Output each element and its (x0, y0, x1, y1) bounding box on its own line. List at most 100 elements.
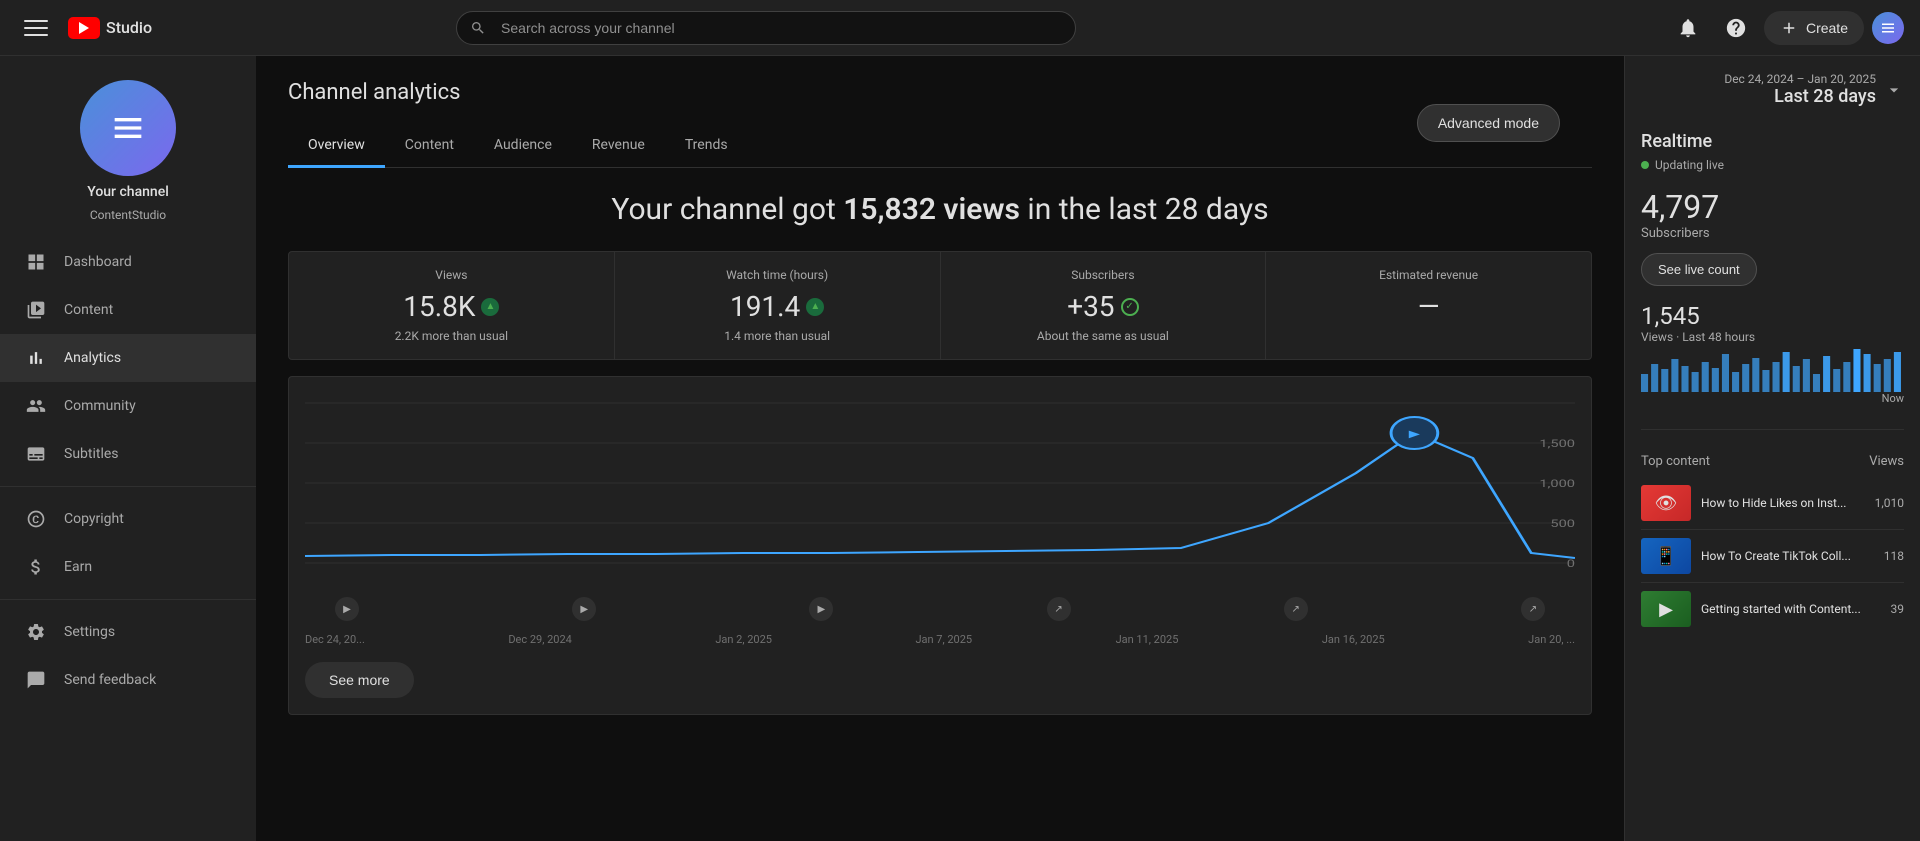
views-realtime-count: 1,545 (1641, 302, 1904, 330)
search-icon (470, 20, 486, 36)
subscribers-realtime: 4,797 Subscribers See live count (1641, 188, 1904, 286)
views-realtime-label: Views · Last 48 hours (1641, 330, 1904, 344)
grid-icon (24, 250, 48, 274)
top-content-views-3: 39 (1891, 602, 1905, 616)
svg-text:1,000: 1,000 (1539, 478, 1575, 490)
tab-content[interactable]: Content (385, 125, 474, 168)
chart-date-7: Jan 20, ... (1528, 633, 1575, 646)
copyright-label: Copyright (64, 511, 124, 527)
sidebar-item-subtitles[interactable]: Subtitles (0, 430, 256, 478)
subscriber-label: Subscribers (1641, 226, 1904, 241)
stat-views-value: 15.8K ▲ (309, 290, 594, 323)
stat-views-change: 2.2K more than usual (309, 329, 594, 343)
search-bar (456, 11, 1076, 45)
page-title: Channel analytics (288, 80, 1592, 105)
thumb-1: 👁 (1641, 485, 1691, 521)
subtitles-icon (24, 442, 48, 466)
page-header-row: Channel analytics Advanced mode (288, 80, 1592, 105)
topnav: Studio Create (0, 0, 1920, 56)
sidebar-item-analytics[interactable]: Analytics (0, 334, 256, 382)
stat-revenue: Estimated revenue — (1266, 252, 1591, 359)
top-content-item-1: 👁 How to Hide Likes on Inst... 1,010 (1641, 477, 1904, 530)
sidebar-item-content[interactable]: Content (0, 286, 256, 334)
search-input[interactable] (456, 11, 1076, 45)
headline-highlight: 15,832 views (843, 192, 1020, 227)
realtime-section: Realtime Updating live (1641, 131, 1904, 172)
channel-avatar (80, 80, 176, 176)
chart-date-1: Dec 24, 20... (305, 633, 365, 646)
views-trend-up-icon: ▲ (481, 298, 499, 316)
channel-name: Your channel (87, 184, 169, 200)
chart-video-icon-6: ↗ (1521, 597, 1545, 621)
sidebar-item-dashboard[interactable]: Dashboard (0, 238, 256, 286)
svg-text:1,500: 1,500 (1539, 438, 1575, 450)
right-panel: Dec 24, 2024 – Jan 20, 2025 Last 28 days… (1624, 56, 1920, 841)
svg-text:0: 0 (1567, 558, 1575, 570)
advanced-mode-button[interactable]: Advanced mode (1417, 104, 1560, 142)
top-content-views-1: 1,010 (1875, 496, 1904, 510)
copyright-icon (24, 507, 48, 531)
top-content-header: Top content Views (1641, 454, 1904, 469)
chart-dates: Dec 24, 20... Dec 29, 2024 Jan 2, 2025 J… (305, 625, 1575, 646)
views-realtime: 1,545 Views · Last 48 hours (1641, 302, 1904, 405)
headline-post: in the last 28 days (1020, 192, 1269, 227)
notifications-button[interactable] (1668, 8, 1708, 48)
analytics-label: Analytics (64, 350, 121, 366)
sidebar-item-earn[interactable]: Earn (0, 543, 256, 591)
top-content-title-2: How To Create TikTok Coll... (1701, 549, 1874, 563)
subtitles-label: Subtitles (64, 446, 119, 462)
studio-logo-text: Studio (106, 18, 152, 37)
chart-date-2: Dec 29, 2024 (508, 633, 572, 646)
top-content-title-1: How to Hide Likes on Inst... (1701, 496, 1865, 510)
channel-headline: Your channel got 15,832 views in the las… (288, 192, 1592, 227)
top-content-label: Top content (1641, 454, 1710, 469)
chart-date-3: Jan 2, 2025 (715, 633, 772, 646)
date-range-label: Last 28 days (1724, 86, 1876, 107)
chart-video-icon-3: ▶ (809, 597, 833, 621)
avatar[interactable] (1872, 12, 1904, 44)
content-area: Channel analytics Advanced mode Overview… (256, 56, 1920, 841)
nav-divider-2 (0, 599, 256, 600)
sidebar-item-send-feedback[interactable]: Send feedback (0, 656, 256, 704)
bar-chart-icon (24, 346, 48, 370)
main-layout: Your channel ContentStudio Dashboard Con… (0, 56, 1920, 841)
sidebar: Your channel ContentStudio Dashboard Con… (0, 56, 256, 841)
chart-area: 0 500 1,000 1,500 ▶ (305, 393, 1575, 593)
sidebar-item-community[interactable]: Community (0, 382, 256, 430)
create-button[interactable]: Create (1764, 11, 1864, 45)
thumb-3: ▶ (1641, 591, 1691, 627)
send-feedback-label: Send feedback (64, 672, 156, 688)
see-live-count-button[interactable]: See live count (1641, 253, 1757, 286)
sidebar-item-copyright[interactable]: Copyright (0, 495, 256, 543)
realtime-title: Realtime (1641, 131, 1712, 152)
chart-date-5: Jan 11, 2025 (1116, 633, 1179, 646)
see-more-button[interactable]: See more (305, 662, 414, 698)
channel-profile: Your channel ContentStudio (0, 56, 256, 238)
help-button[interactable] (1716, 8, 1756, 48)
chart-svg: 0 500 1,000 1,500 ▶ (305, 393, 1575, 593)
now-label: Now (1641, 392, 1904, 405)
tab-revenue[interactable]: Revenue (572, 125, 665, 168)
top-content-item-2: 📱 How To Create TikTok Coll... 118 (1641, 530, 1904, 583)
menu-button[interactable] (16, 8, 56, 48)
stat-revenue-value: — (1286, 290, 1571, 323)
headline-pre: Your channel got (611, 192, 843, 227)
tab-overview[interactable]: Overview (288, 125, 385, 168)
stat-revenue-label: Estimated revenue (1286, 268, 1571, 282)
community-label: Community (64, 398, 136, 414)
chart-date-4: Jan 7, 2025 (915, 633, 972, 646)
stat-subscribers-label: Subscribers (961, 268, 1246, 282)
settings-label: Settings (64, 624, 115, 640)
chevron-icon[interactable] (1884, 80, 1904, 100)
updating-live: Updating live (1641, 158, 1904, 172)
earn-label: Earn (64, 559, 92, 575)
tab-audience[interactable]: Audience (474, 125, 572, 168)
stat-watch-time-change: 1.4 more than usual (635, 329, 920, 343)
stat-subscribers: Subscribers +35 ✓ About the same as usua… (941, 252, 1267, 359)
stats-row: Views 15.8K ▲ 2.2K more than usual Watch… (288, 251, 1592, 360)
tabs: Overview Content Audience Revenue Trends (288, 125, 1592, 168)
sidebar-item-settings[interactable]: Settings (0, 608, 256, 656)
right-panel-divider (1641, 429, 1904, 430)
tab-trends[interactable]: Trends (665, 125, 748, 168)
top-content-info-1: How to Hide Likes on Inst... (1701, 496, 1865, 510)
